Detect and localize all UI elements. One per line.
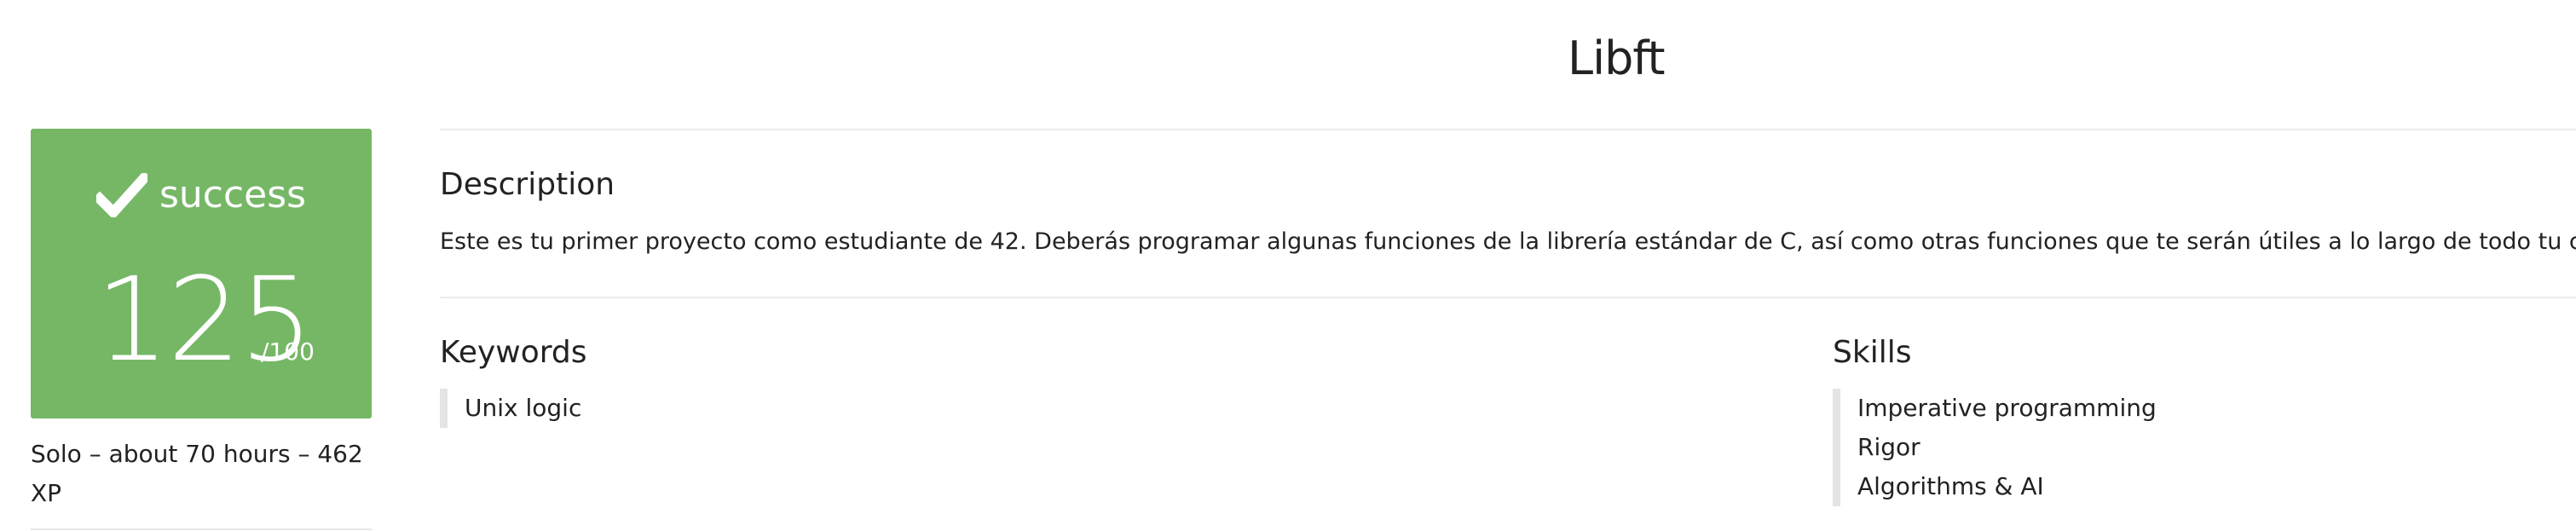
- left-divider: [31, 528, 372, 530]
- keyword-item: Unix logic: [465, 394, 582, 422]
- project-meta: Solo – about 70 hours – 462 XP: [31, 440, 363, 507]
- description-divider: [440, 297, 2576, 298]
- skill-item: Imperative programming: [1857, 394, 2157, 422]
- skill-item: Rigor: [1857, 433, 1920, 461]
- project-title: Libft: [1568, 32, 1666, 85]
- score-card: success 125 /100: [31, 129, 372, 418]
- skills-heading: Skills: [1833, 335, 1912, 370]
- check-icon: [95, 173, 147, 217]
- status-row: success: [31, 173, 372, 217]
- skill-item: Algorithms & AI: [1857, 472, 2044, 500]
- status-label: success: [159, 173, 307, 216]
- title-divider: [440, 129, 2576, 130]
- skills-list: Imperative programming Rigor Algorithms …: [1833, 389, 2157, 506]
- score-max: /100: [261, 338, 315, 366]
- description-heading: Description: [440, 167, 615, 202]
- keywords-heading: Keywords: [440, 335, 587, 370]
- keywords-list: Unix logic: [440, 389, 581, 428]
- description-text: Este es tu primer proyecto como estudian…: [440, 228, 2576, 255]
